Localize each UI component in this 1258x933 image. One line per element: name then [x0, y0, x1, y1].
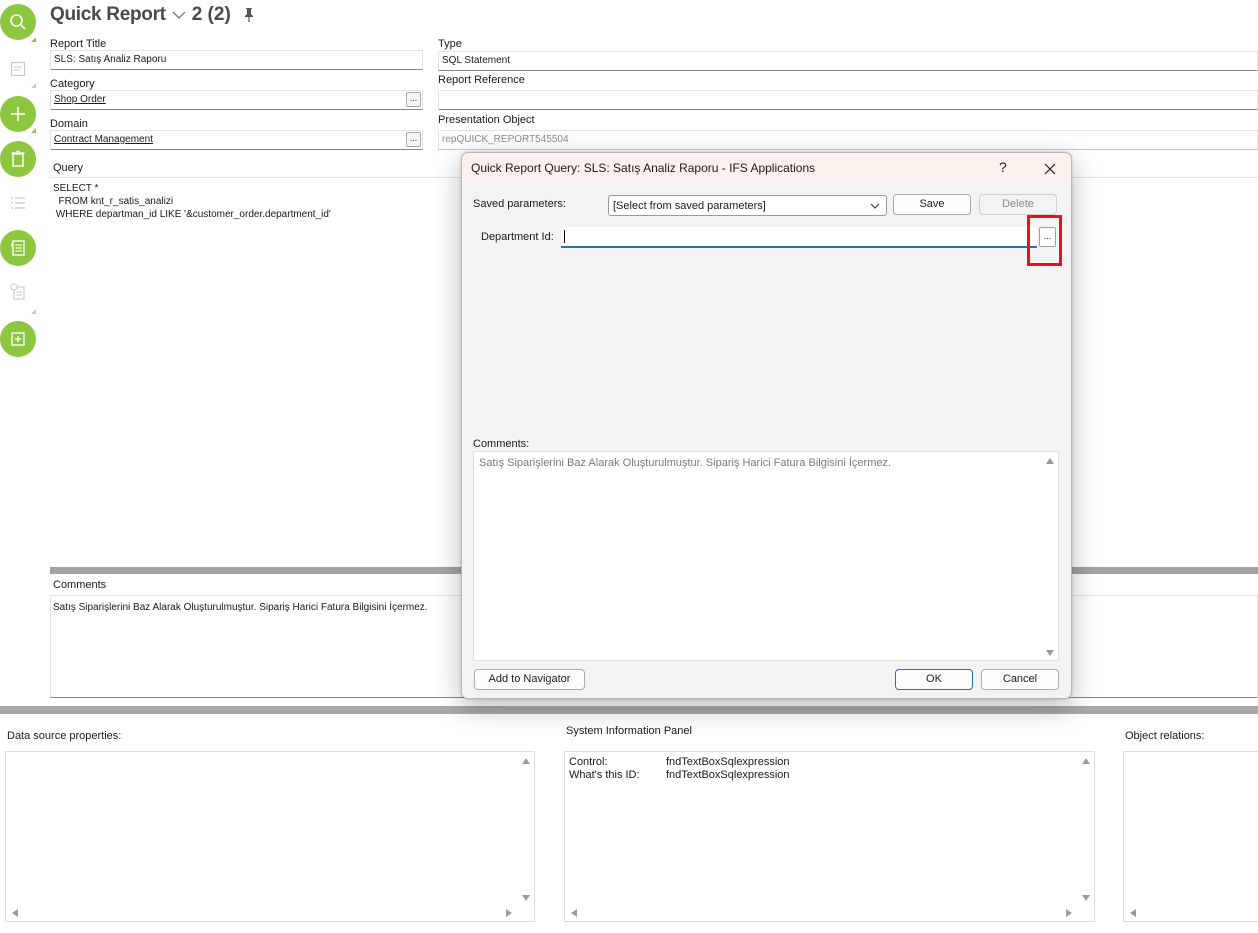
scroll-up-icon[interactable]: [1082, 758, 1090, 764]
presentation-object-value: repQUICK_REPORT545504: [442, 134, 569, 145]
scroll-down-icon[interactable]: [1082, 895, 1090, 901]
query-text: SELECT * FROM knt_r_satis_analizi WHERE …: [53, 183, 331, 220]
add-icon[interactable]: [0, 96, 36, 132]
scroll-right-icon[interactable]: [1066, 909, 1072, 917]
data-source-label: Data source properties:: [7, 730, 122, 742]
presentation-object-field: repQUICK_REPORT545504: [438, 130, 1258, 150]
info-icon[interactable]: [8, 281, 28, 303]
horizontal-scrollbar[interactable]: [6, 905, 518, 921]
detail-menu-indicator: [31, 83, 36, 88]
help-button[interactable]: ?: [999, 159, 1007, 175]
horizontal-scrollbar[interactable]: [565, 905, 1078, 921]
system-info-value: fndTextBoxSqlexpression: [666, 769, 790, 781]
scroll-left-icon[interactable]: [571, 909, 577, 917]
object-relations-panel[interactable]: [1123, 751, 1258, 922]
report-icon[interactable]: [0, 230, 36, 266]
comments-text: Satış Siparişlerini Baz Alarak Oluşturul…: [53, 602, 428, 613]
scroll-down-icon[interactable]: [522, 895, 530, 901]
comments-label: Comments: [53, 579, 107, 591]
scroll-up-icon[interactable]: [522, 758, 530, 764]
saved-parameters-label: Saved parameters:: [473, 198, 566, 210]
record-count: 2 (2): [191, 4, 231, 25]
type-label: Type: [438, 38, 462, 50]
vertical-scrollbar[interactable]: [1042, 452, 1058, 660]
dialog-comments-label: Comments:: [473, 438, 530, 450]
report-reference-field[interactable]: [438, 90, 1258, 110]
presentation-object-label: Presentation Object: [438, 114, 535, 126]
type-field[interactable]: SQL Statement: [438, 51, 1258, 71]
scroll-left-icon[interactable]: [12, 909, 18, 917]
left-toolbar: [0, 0, 42, 400]
report-title-value: SLS: Satış Analiz Raporu: [54, 54, 167, 65]
report-reference-label: Report Reference: [438, 74, 525, 86]
category-field[interactable]: Shop Order: [50, 90, 423, 110]
vertical-scrollbar[interactable]: [1078, 752, 1094, 905]
system-info-key: What's this ID:: [569, 769, 640, 781]
system-info-row: What's this ID: fndTextBoxSqlexpression: [569, 769, 790, 781]
category-label: Category: [50, 78, 95, 90]
system-info-panel[interactable]: Control: fndTextBoxSqlexpression What's …: [564, 751, 1095, 922]
scroll-right-icon[interactable]: [506, 909, 512, 917]
add-to-navigator-button[interactable]: Add to Navigator: [474, 669, 585, 690]
add-menu-indicator: [31, 128, 36, 133]
category-lov-button[interactable]: ...: [406, 92, 421, 107]
close-icon[interactable]: [1040, 159, 1060, 179]
department-id-input[interactable]: [561, 227, 1037, 248]
domain-field[interactable]: Contract Management: [50, 130, 423, 150]
department-id-label: Department Id:: [481, 231, 554, 243]
chevron-down-icon: [870, 203, 880, 209]
vertical-scrollbar[interactable]: [518, 752, 534, 905]
system-info-row: Control: fndTextBoxSqlexpression: [569, 756, 790, 768]
chevron-down-icon[interactable]: [172, 10, 186, 20]
highlight-box: [1027, 215, 1062, 266]
search-icon[interactable]: [0, 4, 36, 40]
type-value: SQL Statement: [442, 55, 510, 66]
category-value[interactable]: Shop Order: [54, 94, 106, 105]
dialog-comments-field[interactable]: Satış Siparişlerini Baz Alarak Oluşturul…: [473, 451, 1059, 661]
new-report-icon[interactable]: [0, 321, 36, 357]
page-header: Quick Report 2 (2): [50, 3, 255, 27]
delete-icon[interactable]: [0, 141, 36, 177]
scroll-left-icon[interactable]: [1130, 909, 1136, 917]
domain-value[interactable]: Contract Management: [54, 134, 153, 145]
ok-button[interactable]: OK: [895, 669, 973, 690]
delete-button[interactable]: Delete: [979, 194, 1057, 215]
saved-parameters-select[interactable]: [Select from saved parameters]: [608, 195, 887, 216]
system-info-key: Control:: [569, 756, 608, 768]
report-title-label: Report Title: [50, 38, 107, 50]
text-cursor: [564, 230, 565, 243]
dialog-title: Quick Report Query: SLS: Satış Analiz Ra…: [471, 161, 816, 175]
domain-label: Domain: [50, 118, 88, 130]
dialog-comments-text: Satış Siparişlerini Baz Alarak Oluşturul…: [479, 457, 892, 469]
info-menu-indicator: [31, 309, 36, 314]
domain-lov-button[interactable]: ...: [406, 132, 421, 147]
pin-icon[interactable]: [243, 7, 255, 23]
list-icon[interactable]: [8, 192, 28, 214]
detail-icon[interactable]: [8, 58, 28, 80]
object-relations-label: Object relations:: [1125, 730, 1205, 742]
system-info-value: fndTextBoxSqlexpression: [666, 756, 790, 768]
bottom-splitter[interactable]: [0, 706, 1258, 714]
scroll-down-icon[interactable]: [1046, 650, 1054, 656]
search-menu-indicator: [31, 37, 36, 42]
report-title-field[interactable]: SLS: Satış Analiz Raporu: [50, 50, 423, 70]
horizontal-scrollbar[interactable]: [1124, 905, 1258, 921]
dialog-titlebar[interactable]: Quick Report Query: SLS: Satış Analiz Ra…: [462, 153, 1071, 183]
page-title: Quick Report: [50, 4, 166, 25]
cancel-button[interactable]: Cancel: [981, 669, 1059, 690]
query-label: Query: [53, 162, 83, 174]
system-info-label: System Information Panel: [566, 725, 692, 737]
scroll-up-icon[interactable]: [1046, 458, 1054, 464]
quick-report-query-dialog: Quick Report Query: SLS: Satış Analiz Ra…: [461, 152, 1072, 699]
saved-parameters-value: [Select from saved parameters]: [613, 200, 766, 212]
save-button[interactable]: Save: [893, 194, 971, 215]
data-source-panel[interactable]: [5, 751, 535, 922]
